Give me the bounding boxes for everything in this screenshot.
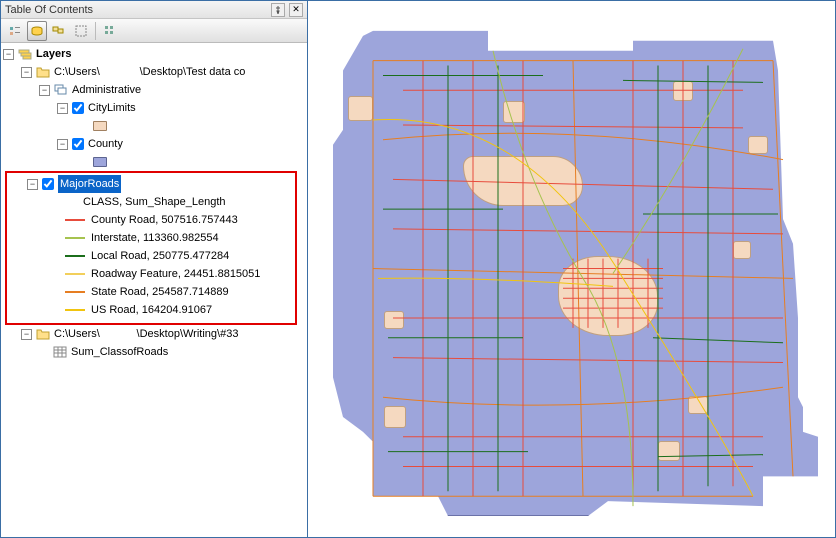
road-class-row[interactable]: US Road, 164204.91067 <box>7 301 295 319</box>
road-swatch <box>65 237 85 239</box>
map-viewport[interactable] <box>308 1 835 537</box>
layers-root[interactable]: − Layers <box>1 45 307 63</box>
citylimits-label: CityLimits <box>88 99 136 117</box>
expand-icon[interactable]: − <box>21 67 32 78</box>
group-layer-icon <box>54 83 68 97</box>
layer-citylimits[interactable]: − CityLimits <box>1 99 307 117</box>
expand-icon[interactable]: − <box>27 179 38 190</box>
toc-toolbar <box>1 19 307 43</box>
citylimits-checkbox[interactable] <box>72 102 84 114</box>
county-checkbox[interactable] <box>72 138 84 150</box>
road-label: Interstate, 113360.982554 <box>91 229 219 247</box>
road-swatch <box>65 255 85 257</box>
road-class-row[interactable]: Local Road, 250775.477284 <box>7 247 295 265</box>
folder-icon <box>36 327 50 341</box>
toc-panel: Table Of Contents ✕ − Layers − C:\Users\… <box>1 1 308 537</box>
table-label: Sum_ClassofRoads <box>71 343 168 361</box>
majorroads-label: MajorRoads <box>58 175 121 193</box>
road-label: Local Road, 250775.477284 <box>91 247 229 265</box>
toc-tree[interactable]: − Layers − C:\Users\ \Desktop\Test data … <box>1 43 307 537</box>
close-button[interactable]: ✕ <box>289 3 303 17</box>
table-icon <box>53 345 67 359</box>
class-header-row: CLASS, Sum_Shape_Length <box>7 193 295 211</box>
expand-icon[interactable]: − <box>57 103 68 114</box>
roads-network <box>323 21 823 516</box>
expand-icon[interactable]: − <box>57 139 68 150</box>
pin-button[interactable] <box>271 3 285 17</box>
folder-icon <box>36 65 50 79</box>
layers-label: Layers <box>36 45 71 63</box>
layer-majorroads[interactable]: − MajorRoads <box>7 175 295 193</box>
toc-title-bar: Table Of Contents ✕ <box>1 1 307 19</box>
road-label: US Road, 164204.91067 <box>91 301 212 319</box>
path-label: C:\Users\ \Desktop\Writing\#33 <box>54 325 238 343</box>
citylimits-swatch <box>93 121 107 131</box>
list-by-visibility-button[interactable] <box>49 21 69 41</box>
county-label: County <box>88 135 123 153</box>
layer-county[interactable]: − County <box>1 135 307 153</box>
data-frame-icon <box>18 47 32 61</box>
expand-icon[interactable]: − <box>21 329 32 340</box>
list-by-drawing-button[interactable] <box>5 21 25 41</box>
county-swatch <box>93 157 107 167</box>
group-admin[interactable]: − Administrative <box>1 81 307 99</box>
road-label: Roadway Feature, 24451.8815051 <box>91 265 260 283</box>
toc-title: Table Of Contents <box>5 4 93 16</box>
road-swatch <box>65 219 85 221</box>
class-header: CLASS, Sum_Shape_Length <box>83 193 226 211</box>
road-swatch <box>65 291 85 293</box>
road-class-row[interactable]: State Road, 254587.714889 <box>7 283 295 301</box>
road-label: State Road, 254587.714889 <box>91 283 229 301</box>
road-class-row[interactable]: County Road, 507516.757443 <box>7 211 295 229</box>
list-by-selection-button[interactable] <box>71 21 91 41</box>
road-swatch <box>65 273 85 275</box>
citylimits-swatch-row <box>1 117 307 135</box>
path-label: C:\Users\ \Desktop\Test data co <box>54 63 245 81</box>
highlight-majorroads: − MajorRoads CLASS, Sum_Shape_Length Cou… <box>5 171 297 325</box>
expand-icon[interactable]: − <box>3 49 14 60</box>
road-class-row[interactable]: Roadway Feature, 24451.8815051 <box>7 265 295 283</box>
road-swatch <box>65 309 85 311</box>
county-swatch-row <box>1 153 307 171</box>
list-by-source-button[interactable] <box>27 21 47 41</box>
options-button[interactable] <box>100 21 120 41</box>
admin-label: Administrative <box>72 81 141 99</box>
expand-icon[interactable]: − <box>39 85 50 96</box>
majorroads-checkbox[interactable] <box>42 178 54 190</box>
data-source-2[interactable]: − C:\Users\ \Desktop\Writing\#33 <box>1 325 307 343</box>
toc-title-buttons: ✕ <box>271 3 303 17</box>
road-class-row[interactable]: Interstate, 113360.982554 <box>7 229 295 247</box>
table-sumclass[interactable]: Sum_ClassofRoads <box>1 343 307 361</box>
road-label: County Road, 507516.757443 <box>91 211 238 229</box>
data-source-1[interactable]: − C:\Users\ \Desktop\Test data co <box>1 63 307 81</box>
